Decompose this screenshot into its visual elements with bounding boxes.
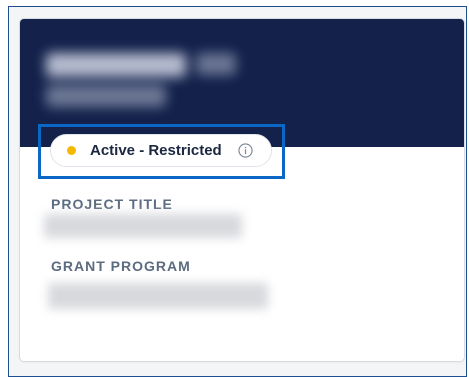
redacted-project-title [44,214,242,238]
redacted-text-block [196,53,236,75]
status-badge[interactable]: Active - Restricted [50,134,272,167]
redacted-text-block [46,53,186,77]
info-circle-icon[interactable] [238,143,253,158]
redacted-grant-program [48,283,268,309]
redacted-text-block [46,85,166,107]
status-dot-icon [67,146,76,155]
grant-program-label: GRANT PROGRAM [51,258,191,274]
redacted-project-name [46,53,236,113]
project-card[interactable] [20,19,464,361]
status-label: Active - Restricted [90,142,222,159]
project-title-label: PROJECT TITLE [51,196,173,212]
